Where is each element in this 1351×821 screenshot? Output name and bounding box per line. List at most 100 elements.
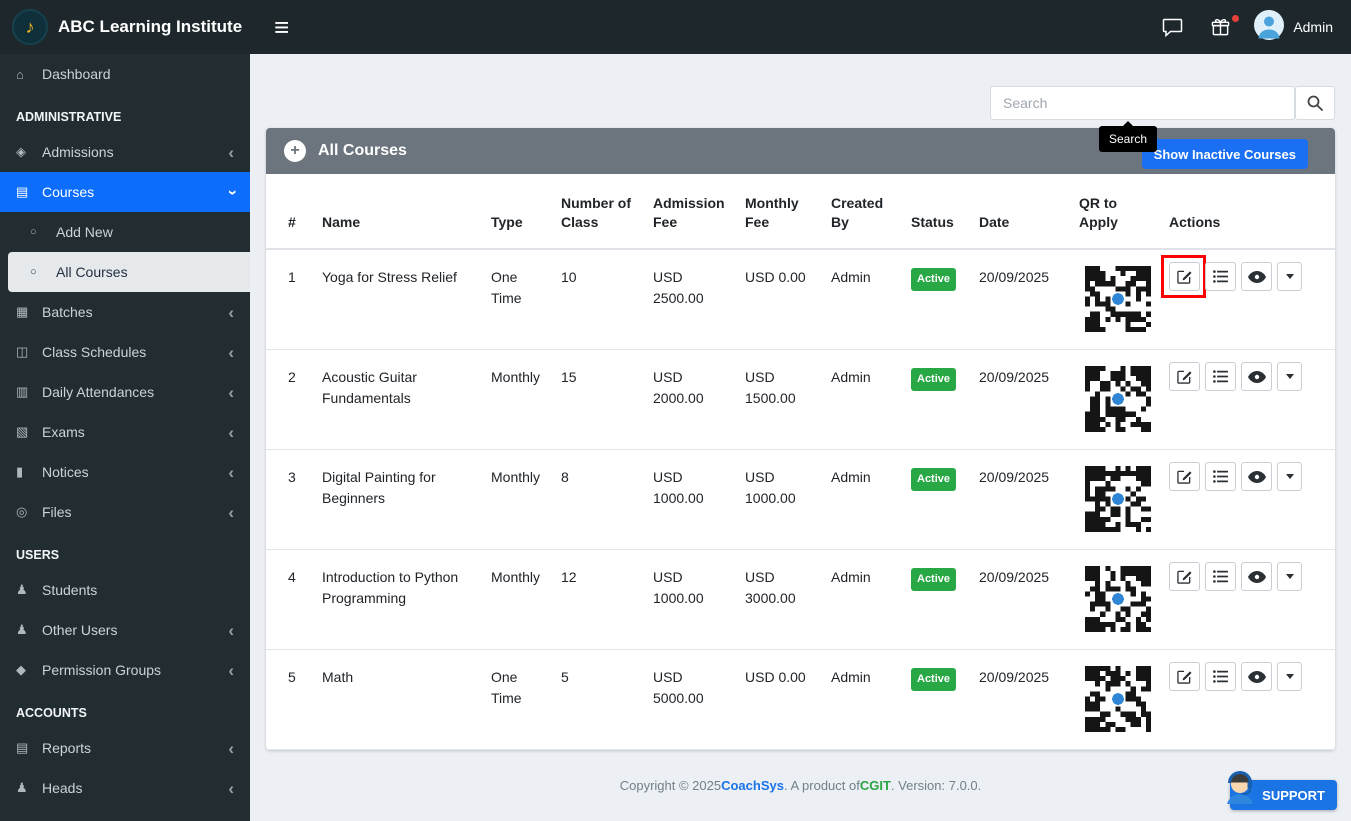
list-icon: [1213, 570, 1228, 583]
sidebar-item-courses[interactable]: ▤ Courses ‹: [0, 172, 250, 212]
sidebar-section-accounts: ACCOUNTS: [16, 706, 87, 720]
list-icon: [1213, 470, 1228, 483]
more-actions-button[interactable]: [1277, 662, 1302, 691]
cell-qr: [1079, 350, 1169, 449]
view-course-button[interactable]: [1241, 662, 1272, 691]
sidebar-section-administrative: ADMINISTRATIVE: [16, 110, 122, 124]
cell-admission-fee: USD 5000.00: [653, 669, 704, 706]
more-actions-button[interactable]: [1277, 262, 1302, 291]
batches-icon: ▦: [16, 304, 29, 319]
cell-created-by: Admin: [831, 269, 871, 285]
cell-number: 2: [288, 369, 296, 385]
caret-down-icon: [1285, 274, 1294, 279]
sidebar-item-dashboard[interactable]: ⌂ Dashboard: [0, 54, 250, 94]
sidebar-toggle-button[interactable]: ≡: [266, 12, 297, 42]
cell-admission-fee: USD 2000.00: [653, 369, 704, 406]
col-number-of-class: Number of Class: [561, 195, 631, 231]
cell-admission-fee: USD 2500.00: [653, 269, 704, 306]
cell-classes: 10: [561, 269, 577, 285]
sidebar-item-notices[interactable]: ▮ Notices ‹: [0, 452, 250, 492]
sidebar-item-daily-attendances[interactable]: ▥ Daily Attendances ‹: [0, 372, 250, 412]
chevron-left-icon: ‹: [228, 382, 234, 402]
sidebar-item-heads[interactable]: ♟ Heads ‹: [0, 768, 250, 808]
view-course-button[interactable]: [1241, 562, 1272, 591]
cell-created-by: Admin: [831, 569, 871, 585]
sidebar-item-admissions[interactable]: ◈ Admissions ‹: [0, 132, 250, 172]
course-details-button[interactable]: [1205, 662, 1236, 691]
view-course-button[interactable]: [1241, 462, 1272, 491]
chevron-left-icon: ‹: [228, 302, 234, 322]
edit-course-button[interactable]: [1169, 562, 1200, 591]
sidebar-item-class-schedules[interactable]: ◫ Class Schedules ‹: [0, 332, 250, 372]
brand-logo-icon: ♪: [12, 9, 48, 45]
view-course-button[interactable]: [1241, 262, 1272, 291]
cell-qr: [1079, 650, 1169, 749]
chat-icon: [1163, 18, 1183, 37]
edit-course-button[interactable]: [1161, 255, 1206, 298]
cell-number: 5: [288, 669, 296, 685]
view-course-button[interactable]: [1241, 362, 1272, 391]
coachsys-link[interactable]: CoachSys: [721, 778, 784, 793]
reports-icon: ▤: [16, 740, 29, 755]
add-course-button[interactable]: +: [284, 140, 306, 162]
user-menu[interactable]: Admin: [1254, 9, 1333, 45]
sidebar-item-other-users[interactable]: ♟ Other Users ‹: [0, 610, 250, 650]
chevron-left-icon: ‹: [228, 142, 234, 162]
course-details-button[interactable]: [1205, 462, 1236, 491]
cell-status: Active: [911, 650, 979, 749]
edit-course-button[interactable]: [1169, 662, 1200, 691]
sidebar-item-all-courses[interactable]: ○ All Courses: [8, 252, 250, 292]
sidebar-section-users: USERS: [16, 548, 60, 562]
cell-monthly-fee: USD 0.00: [745, 669, 806, 685]
search-input[interactable]: [990, 86, 1295, 120]
sidebar-item-batches[interactable]: ▦ Batches ‹: [0, 292, 250, 332]
more-actions-button[interactable]: [1277, 462, 1302, 491]
status-badge: Active: [911, 668, 957, 691]
search-button[interactable]: [1295, 86, 1335, 120]
edit-course-button[interactable]: [1169, 362, 1200, 391]
cell-status: Active: [911, 250, 979, 349]
cell-actions: [1169, 650, 1335, 749]
cell-date: 20/09/2025: [979, 469, 1050, 485]
notification-dot: [1232, 14, 1240, 22]
table-row: 5 Math One Time 5 USD 5000.00 USD 0.00 A…: [266, 650, 1335, 750]
cell-name: Acoustic Guitar Fundamentals: [322, 369, 417, 406]
sidebar-item-permission-groups[interactable]: ◆ Permission Groups ‹: [0, 650, 250, 690]
navbar-right: Admin: [1158, 9, 1351, 45]
sidebar-item-exams[interactable]: ▧ Exams ‹: [0, 412, 250, 452]
search-tooltip: Search: [1098, 121, 1157, 152]
sidebar-item-files[interactable]: ◎ Files ‹: [0, 492, 250, 532]
course-details-button[interactable]: [1205, 562, 1236, 591]
col-actions: Actions: [1169, 214, 1221, 231]
brand[interactable]: ♪ ABC Learning Institute: [0, 0, 250, 54]
cell-admission-fee: USD 1000.00: [653, 569, 704, 606]
course-details-button[interactable]: [1205, 262, 1236, 291]
support-button[interactable]: SUPPORT: [1227, 771, 1337, 810]
cell-type: One Time: [491, 269, 522, 306]
table-header-row: # Name Type Number of Class Admission Fe…: [266, 174, 1335, 250]
list-icon: [1213, 370, 1228, 383]
caret-down-icon: [1285, 574, 1294, 579]
sidebar-item-add-new[interactable]: ○ Add New: [0, 212, 250, 252]
rewards-button[interactable]: [1207, 14, 1240, 41]
cell-monthly-fee: USD 0.00: [745, 269, 806, 285]
circle-icon: ○: [30, 226, 37, 238]
messages-button[interactable]: [1158, 14, 1187, 41]
show-inactive-courses-button[interactable]: Show Inactive Courses: [1141, 139, 1308, 169]
sidebar-item-students[interactable]: ♟ Students: [0, 570, 250, 610]
sidebar-item-reports[interactable]: ▤ Reports ‹: [0, 728, 250, 768]
status-badge: Active: [911, 468, 957, 491]
course-details-button[interactable]: [1205, 362, 1236, 391]
cell-actions: [1169, 550, 1335, 649]
more-actions-button[interactable]: [1277, 362, 1302, 391]
more-actions-button[interactable]: [1277, 562, 1302, 591]
users-icon: ♟: [16, 622, 28, 637]
eye-icon: [1247, 470, 1266, 483]
cell-classes: 15: [561, 369, 577, 385]
table-row: 1 Yoga for Stress Relief One Time 10 USD…: [266, 250, 1335, 350]
edit-course-button[interactable]: [1169, 462, 1200, 491]
permissions-icon: ◆: [16, 662, 26, 677]
cgit-link[interactable]: CGIT: [860, 778, 891, 793]
col-qr-to-apply: QR to Apply: [1079, 195, 1118, 231]
status-badge: Active: [911, 368, 957, 391]
